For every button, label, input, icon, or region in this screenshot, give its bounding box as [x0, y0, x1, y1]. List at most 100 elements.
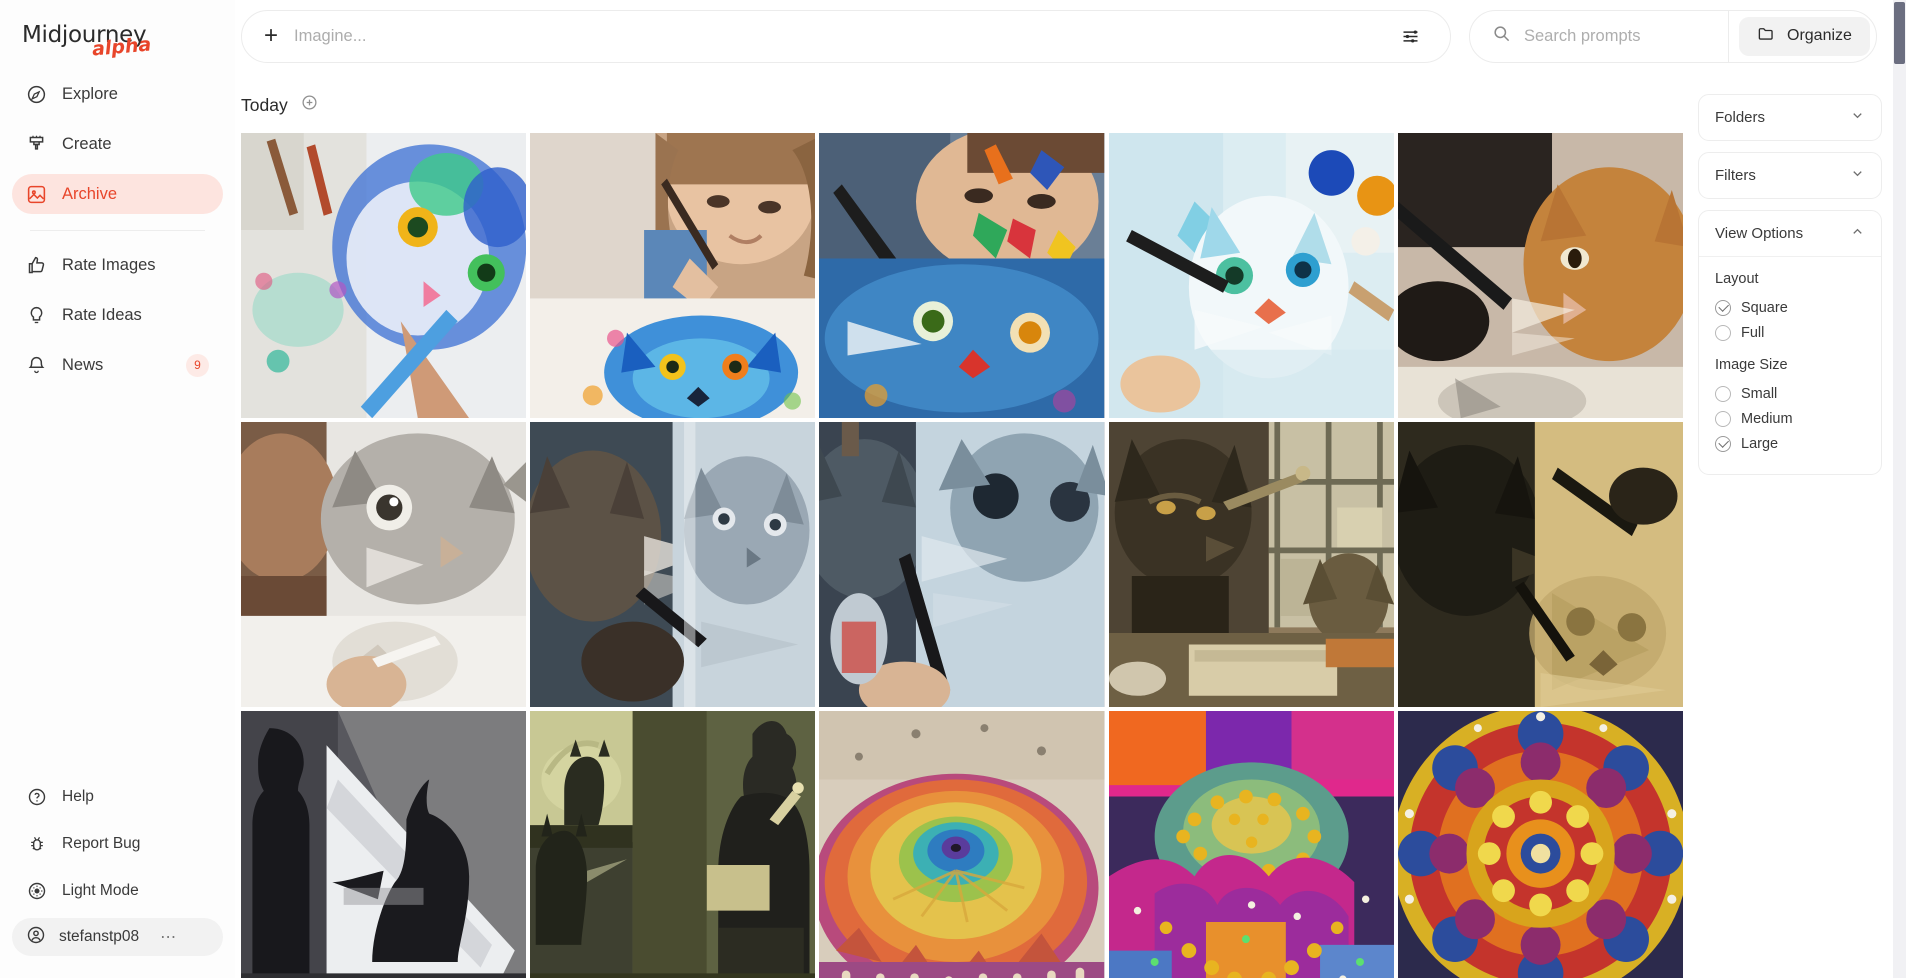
section-label: Today	[241, 94, 288, 115]
radio-empty-icon	[1715, 410, 1731, 427]
radio-label: Medium	[1741, 410, 1793, 427]
sidebar: Midjourney alpha Explore Create Archive …	[0, 0, 235, 978]
sidebar-item-label: Rate Ideas	[62, 305, 142, 324]
view-options-panel-header[interactable]: View Options	[1699, 211, 1881, 256]
news-badge: 9	[186, 353, 209, 377]
view-options-panel-label: View Options	[1715, 225, 1804, 242]
page-scrollbar-thumb[interactable]	[1894, 2, 1905, 64]
radio-size-small[interactable]: Small	[1715, 381, 1865, 406]
right-panel: Folders Filters View Options Layout Squa…	[1688, 72, 1906, 978]
sidebar-item-label: Create	[62, 134, 112, 153]
filters-panel-label: Filters	[1715, 167, 1756, 184]
sidebar-item-rate-ideas[interactable]: Rate Ideas	[12, 295, 223, 335]
bug-icon	[26, 834, 47, 855]
sliders-icon[interactable]	[1390, 16, 1430, 56]
imagine-input[interactable]	[294, 26, 1374, 46]
gallery-section-header: Today	[235, 72, 1688, 133]
plus-circle-icon[interactable]	[301, 94, 318, 116]
sidebar-item-light-mode[interactable]: Light Mode	[12, 871, 223, 911]
radio-size-large[interactable]: Large	[1715, 431, 1865, 456]
radio-size-medium[interactable]: Medium	[1715, 406, 1865, 431]
prompt-bar[interactable]: +	[241, 9, 1451, 63]
search-and-organize-group: Organize	[1469, 9, 1877, 63]
sidebar-item-label: News	[62, 355, 104, 374]
sidebar-divider	[30, 230, 205, 231]
view-options-panel-body: Layout Square Full Image Size Small Medi…	[1699, 256, 1881, 474]
gallery-tile[interactable]	[819, 133, 1105, 419]
gallery-tile[interactable]	[1397, 711, 1683, 978]
logo-alpha-tag: alpha	[91, 33, 153, 61]
search-icon	[1492, 24, 1511, 48]
main-area: + Imagine... Search prompts Organize Tod…	[235, 0, 1906, 978]
image-icon	[26, 184, 47, 205]
radio-label: Square	[1741, 299, 1788, 316]
gallery-tile[interactable]	[1108, 133, 1394, 419]
sidebar-item-label: Light Mode	[62, 882, 139, 899]
sidebar-item-explore[interactable]: Explore	[12, 74, 223, 114]
image-grid	[241, 133, 1683, 978]
gallery-tile[interactable]	[819, 711, 1105, 978]
chevron-down-icon	[1850, 108, 1865, 127]
radio-empty-icon	[1715, 385, 1731, 402]
sidebar-item-label: Archive	[62, 184, 118, 203]
gallery-column: Today	[235, 72, 1688, 978]
sidebar-item-label: Rate Images	[62, 255, 156, 274]
sidebar-item-news[interactable]: News 9	[12, 345, 223, 385]
gallery-tile[interactable]	[819, 422, 1105, 708]
filters-panel: Filters	[1698, 152, 1882, 199]
chevron-down-icon	[1850, 166, 1865, 185]
search-box[interactable]	[1470, 11, 1728, 62]
content-area: Today Folders Filters View Options Layou…	[235, 72, 1906, 978]
sidebar-item-report-bug[interactable]: Report Bug	[12, 824, 223, 864]
gallery-tile[interactable]	[1108, 711, 1394, 978]
user-account-button[interactable]: stefanstp08 ⋯	[12, 918, 223, 956]
toolbar-divider	[1728, 10, 1729, 62]
folders-panel: Folders	[1698, 94, 1882, 141]
view-options-panel: View Options Layout Square Full Image Si…	[1698, 210, 1882, 475]
sidebar-bottom-nav: Help Report Bug Light Mode stefanstp08 ⋯	[0, 777, 235, 978]
add-attachment-icon[interactable]: +	[264, 24, 278, 48]
gallery-tile[interactable]	[241, 422, 527, 708]
sidebar-item-rate-images[interactable]: Rate Images	[12, 245, 223, 285]
app-logo[interactable]: Midjourney alpha	[0, 0, 235, 74]
page-scrollbar[interactable]	[1893, 0, 1906, 978]
radio-layout-square[interactable]: Square	[1715, 295, 1865, 320]
gallery-tile[interactable]	[530, 711, 816, 978]
organize-label: Organize	[1787, 27, 1852, 44]
gallery-tile[interactable]	[530, 133, 816, 419]
gallery-tile[interactable]	[241, 133, 527, 419]
organize-button[interactable]: Organize	[1739, 16, 1870, 56]
folders-panel-label: Folders	[1715, 109, 1766, 126]
user-menu-dots[interactable]: ⋯	[160, 927, 177, 947]
question-circle-icon	[26, 787, 47, 808]
search-input[interactable]	[1524, 26, 1709, 46]
gallery-tile[interactable]	[241, 711, 527, 978]
user-circle-icon	[26, 925, 46, 950]
radio-layout-full[interactable]: Full	[1715, 320, 1865, 345]
sidebar-item-label: Explore	[62, 84, 118, 103]
radio-label: Large	[1741, 435, 1779, 452]
sidebar-item-label: Report Bug	[62, 835, 141, 852]
sidebar-item-help[interactable]: Help	[12, 777, 223, 817]
image-size-group-label: Image Size	[1715, 357, 1788, 373]
paintbrush-icon	[26, 134, 47, 155]
gallery-tile[interactable]	[1108, 422, 1394, 708]
layout-group-label: Layout	[1715, 271, 1759, 287]
gallery-tile[interactable]	[530, 422, 816, 708]
sun-icon	[26, 881, 47, 902]
sidebar-item-create[interactable]: Create	[12, 124, 223, 164]
sidebar-item-archive[interactable]: Archive	[12, 174, 223, 214]
chevron-up-icon	[1850, 224, 1865, 243]
filters-panel-header[interactable]: Filters	[1699, 153, 1881, 198]
gallery-tile[interactable]	[1397, 422, 1683, 708]
gallery-tile[interactable]	[1397, 133, 1683, 419]
thumbs-up-icon	[26, 255, 47, 276]
compass-icon	[26, 84, 47, 105]
radio-checked-icon	[1715, 435, 1731, 452]
bell-icon	[26, 355, 47, 376]
folders-panel-header[interactable]: Folders	[1699, 95, 1881, 140]
folder-icon	[1757, 24, 1776, 48]
radio-label: Full	[1741, 324, 1765, 341]
radio-label: Small	[1741, 385, 1778, 402]
